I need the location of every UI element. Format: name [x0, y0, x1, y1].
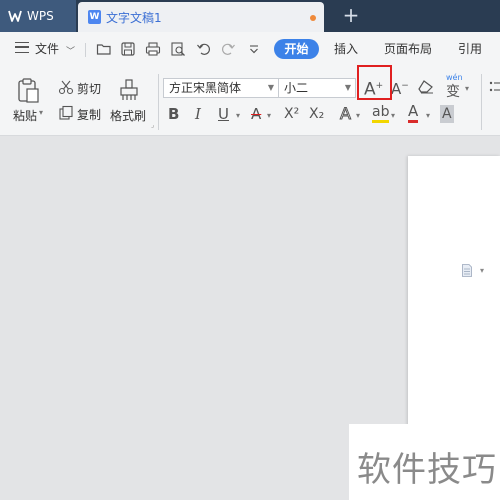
format-painter-icon[interactable]	[118, 78, 140, 102]
chevron-down-icon[interactable]: ▾	[480, 266, 484, 275]
title-bar: WPS W 文字文稿1 +	[0, 0, 500, 32]
writer-doc-icon: W	[88, 10, 101, 24]
font-size-select[interactable]: 小二 ▼	[278, 78, 356, 98]
redo-icon[interactable]	[220, 41, 236, 57]
chevron-down-icon[interactable]: ▾	[356, 107, 360, 125]
cut-button[interactable]: 剪切	[77, 80, 101, 97]
undo-icon[interactable]	[196, 41, 212, 57]
highlight-button[interactable]: ab	[372, 104, 390, 123]
open-folder-icon[interactable]	[96, 41, 112, 57]
shrink-font-icon: A	[391, 80, 402, 98]
superscript-button[interactable]: X²	[284, 105, 299, 123]
shrink-font-button[interactable]: A−	[391, 77, 409, 98]
char-shading-button[interactable]: A	[440, 105, 454, 123]
scissors-icon[interactable]	[58, 79, 74, 95]
strikethrough-button[interactable]: A	[251, 105, 261, 123]
tab-page-layout[interactable]: 页面布局	[384, 40, 432, 57]
chevron-down-icon[interactable]: ▾	[426, 107, 430, 125]
underline-button[interactable]: U	[218, 105, 229, 123]
font-color-button[interactable]: A	[408, 103, 419, 123]
wps-logo-icon	[8, 10, 22, 22]
chevron-down-icon[interactable]: ▾	[267, 107, 271, 125]
chevron-down-icon: ▼	[267, 83, 274, 92]
menu-hamburger-icon[interactable]	[15, 42, 29, 53]
text-effect-button[interactable]: A	[340, 104, 352, 123]
format-painter-button[interactable]: 格式刷	[110, 107, 146, 124]
clear-format-icon[interactable]	[418, 80, 434, 94]
tab-document-label: 文字文稿1	[106, 10, 162, 25]
tab-home[interactable]: 开始	[274, 39, 319, 59]
customize-toolbar-icon[interactable]	[246, 41, 262, 57]
print-icon[interactable]	[145, 41, 161, 57]
paste-icon[interactable]	[16, 78, 40, 104]
unsaved-dot-icon	[310, 15, 316, 21]
save-icon[interactable]	[120, 41, 136, 57]
annotation-highlight-box	[357, 65, 392, 100]
tab-references[interactable]: 引用	[458, 40, 482, 57]
divider	[158, 74, 159, 130]
bullet-list-icon[interactable]	[489, 80, 500, 94]
italic-button[interactable]: I	[195, 105, 201, 123]
tab-insert[interactable]: 插入	[334, 40, 358, 57]
clipboard-group-launcher-icon[interactable]: ⌟	[151, 121, 154, 129]
font-name-value: 方正宋黑简体	[169, 81, 242, 95]
paste-dropdown-icon[interactable]: ▾	[39, 108, 43, 117]
chevron-down-icon[interactable]: ﹀	[66, 44, 75, 57]
watermark-text: 软件技巧	[357, 450, 497, 490]
divider	[481, 74, 482, 130]
copy-icon[interactable]	[58, 105, 74, 121]
ribbon-home: 粘贴 ▾ 剪切 复制 格式刷 ⌟ 方正宋黑简体 ▼ 小二 ▼ A+ A− wén…	[0, 66, 500, 136]
chevron-down-icon[interactable]: ▾	[391, 107, 395, 125]
file-menu[interactable]: 文件	[35, 40, 59, 57]
bold-button[interactable]: B	[168, 105, 179, 123]
copy-button[interactable]: 复制	[77, 106, 101, 123]
chevron-down-icon[interactable]: ▾	[236, 107, 240, 125]
watermark-box: 软件技巧	[349, 424, 500, 500]
new-tab-button[interactable]: +	[342, 4, 360, 26]
chevron-down-icon[interactable]: ▾	[465, 84, 469, 93]
font-size-value: 小二	[284, 81, 309, 95]
subscript-button[interactable]: X₂	[309, 105, 324, 123]
paste-button[interactable]: 粘贴	[13, 107, 37, 124]
tab-document[interactable]: W 文字文稿1	[78, 2, 324, 32]
phonetic-guide-button[interactable]: 变	[446, 81, 460, 101]
font-name-select[interactable]: 方正宋黑简体 ▼	[163, 78, 279, 98]
tab-wps-label: WPS	[27, 9, 54, 23]
divider	[85, 43, 86, 57]
chevron-down-icon: ▼	[344, 83, 351, 92]
menu-bar: 文件 ﹀ 开始 插入 页面布局 引用	[0, 32, 500, 66]
paragraph-layout-icon[interactable]	[462, 264, 472, 277]
print-preview-icon[interactable]	[170, 41, 186, 57]
tab-wps-home[interactable]: WPS	[0, 0, 76, 32]
